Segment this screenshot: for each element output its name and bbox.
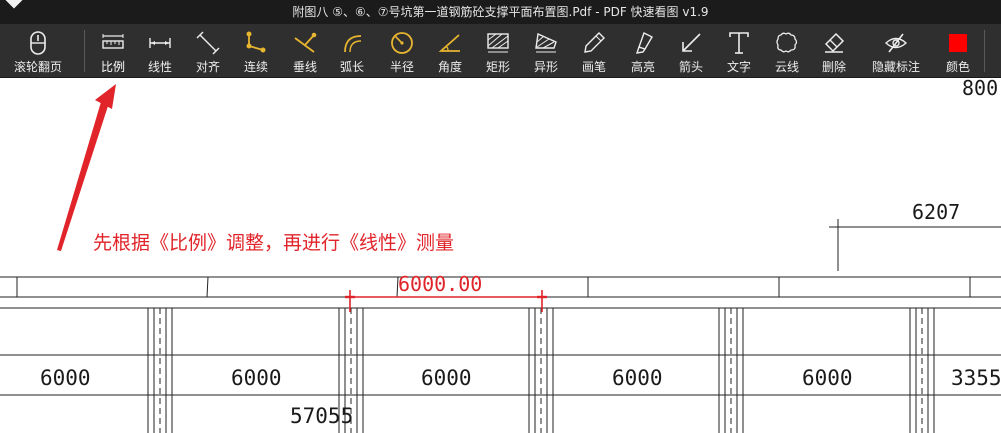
tool-polygon[interactable]: 异形 [530,24,562,78]
tool-color[interactable]: 颜色 [942,24,974,78]
toolbar: 滚轮翻页 比例 线性 对齐 连续 垂线 弧长 半径 角度 矩形 异形 画笔 高亮… [0,24,1001,78]
polygon-area-icon [532,29,560,57]
span-dim-label: 6000 [40,366,91,390]
scale-ruler-icon [99,29,127,57]
span-dim-label: 3355 [951,366,1001,390]
span-dim-label: 6000 [231,366,282,390]
arrow-icon [677,29,705,57]
tool-arc-length[interactable]: 弧长 [336,24,368,78]
partial-dim-label: 800 [962,76,999,100]
tool-pen[interactable]: 画笔 [578,24,610,78]
pen-icon [580,29,608,57]
eraser-icon [820,29,848,57]
tool-cloud-line[interactable]: 云线 [771,24,803,78]
dim-label-6207: 6207 [912,200,961,224]
toolbar-separator [984,30,985,72]
tool-rectangle[interactable]: 矩形 [482,24,514,78]
hide-annotations-icon [882,29,910,57]
rectangle-area-icon [484,29,512,57]
mouse-scroll-icon [24,29,52,57]
radius-icon [388,29,416,57]
arc-length-icon [338,29,366,57]
measurement-value: 6000.00 [398,272,483,296]
span-dim-label: 6000 [802,366,853,390]
more-tools-icon [990,29,1001,57]
tool-arrow[interactable]: 箭头 [675,24,707,78]
aligned-measure-icon [194,29,222,57]
angle-icon [436,29,464,57]
tool-angle[interactable]: 角度 [434,24,466,78]
perpendicular-icon [291,29,319,57]
span-dim-label: 6000 [612,366,663,390]
tool-scale[interactable]: 比例 [97,24,129,78]
tool-perpendicular[interactable]: 垂线 [289,24,321,78]
cloud-line-icon [773,29,801,57]
tool-text[interactable]: 文字 [723,24,755,78]
window-title: 附图八 ⑤、⑥、⑦号坑第一道钢筋砼支撑平面布置图.Pdf - PDF 快速看图 … [292,5,709,19]
tool-highlight[interactable]: 高亮 [627,24,659,78]
tool-hide-annotations[interactable]: 隐藏标注 [866,24,926,78]
color-swatch-icon [944,29,972,57]
tool-scroll-page[interactable]: 滚轮翻页 [12,24,64,78]
partial-total-dim-label: 57055 [290,404,354,428]
tool-linear[interactable]: 线性 [144,24,176,78]
tool-aligned[interactable]: 对齐 [192,24,224,78]
title-bar: 附图八 ⑤、⑥、⑦号坑第一道钢筋砼支撑平面布置图.Pdf - PDF 快速看图 … [0,0,1001,24]
tool-overflow[interactable] [990,24,1001,78]
annotation-arrow-head [95,84,116,109]
text-icon [725,29,753,57]
tool-continuous[interactable]: 连续 [240,24,272,78]
highlighter-icon [629,29,657,57]
tool-delete[interactable]: 删除 [818,24,850,78]
continuous-measure-icon [242,29,270,57]
drawing-canvas[interactable]: 800 6207 先根据《比例》调整，再进行《线性》测量 6000.00 600… [0,76,1001,433]
linear-measure-icon [146,29,174,57]
toolbar-separator [84,30,85,72]
instruction-annotation: 先根据《比例》调整，再进行《线性》测量 [93,232,455,254]
span-dim-label: 6000 [421,366,472,390]
app-logo-icon [5,0,23,9]
tool-radius[interactable]: 半径 [386,24,418,78]
